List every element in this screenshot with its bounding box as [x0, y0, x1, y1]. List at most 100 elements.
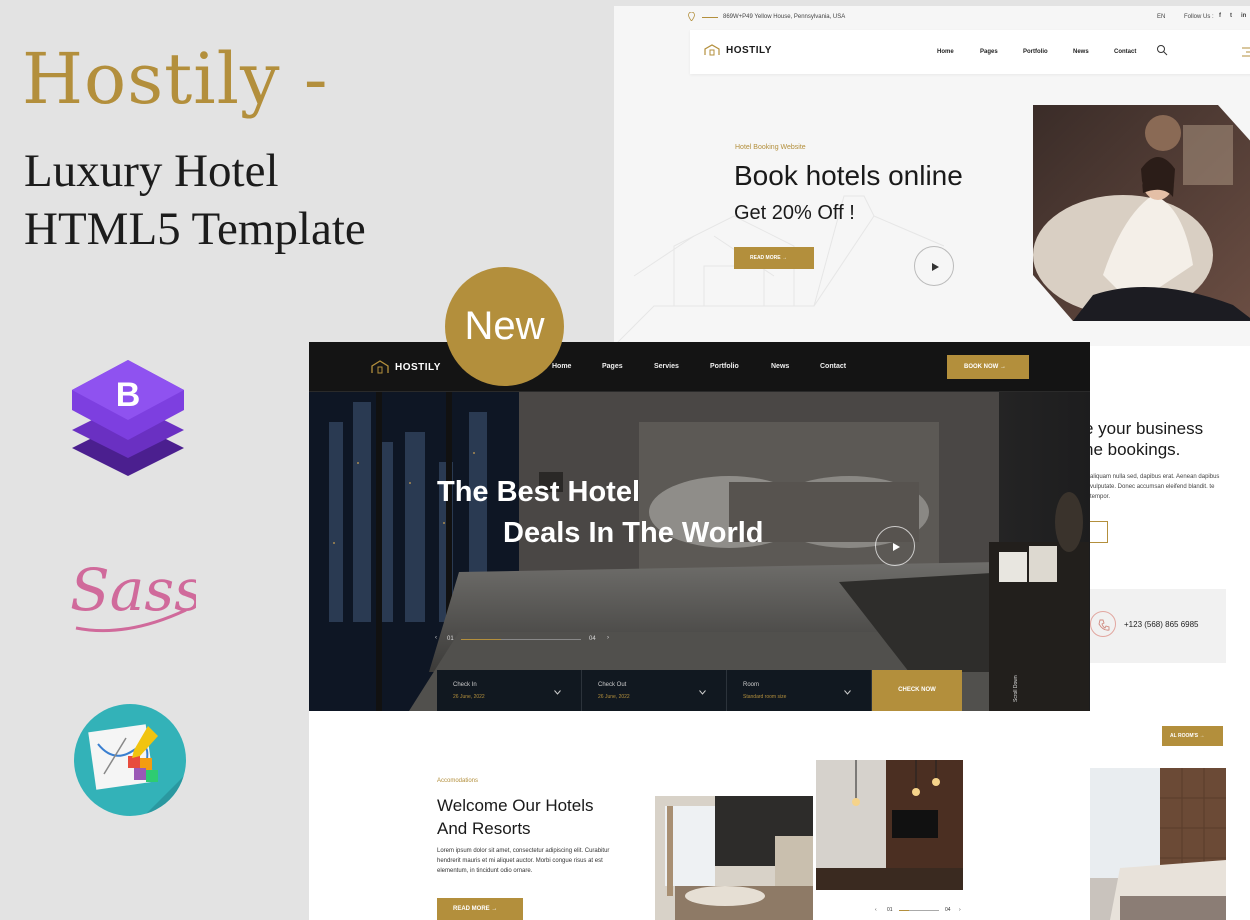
address-divider	[702, 17, 718, 18]
address-text: 869W+P49 Yellow House, Pennsylvania, USA	[723, 14, 846, 20]
search-icon[interactable]	[1156, 44, 1168, 56]
play-video-button[interactable]	[914, 246, 954, 286]
top-info-bar: 869W+P49 Yellow House, Pennsylvania, USA…	[614, 6, 1250, 30]
bootstrap-logo-icon: B	[72, 360, 184, 476]
nav-contact[interactable]: Contact	[1114, 49, 1136, 55]
slider-current: 01	[447, 636, 454, 642]
promo-subtitle: Luxury Hotel HTML5 Template	[24, 142, 366, 258]
bedroom-photo	[1090, 768, 1226, 920]
hotel-logo-icon	[371, 360, 389, 374]
hotel-logo-icon	[704, 44, 720, 56]
dark-navbar: HOSTILY Home Pages Servies Portfolio New…	[309, 342, 1090, 392]
about-heading-line2: ne bookings.	[1084, 440, 1181, 459]
tv-room-photo	[816, 760, 963, 890]
nav-news[interactable]: News	[1073, 49, 1089, 55]
room-value: Standard room size	[743, 694, 787, 700]
arrow-right-icon: →	[491, 906, 498, 912]
read-more-button[interactable]: READ MORE →	[734, 247, 814, 269]
nav-pages[interactable]: Pages	[980, 49, 998, 55]
play-icon	[932, 263, 939, 271]
slider-next-icon[interactable]: ›	[959, 907, 961, 913]
about-heading-line1: e your business	[1084, 419, 1204, 438]
nav-portfolio[interactable]: Portfolio	[1023, 49, 1048, 55]
sass-logo-icon: Sass	[70, 556, 196, 633]
language-select[interactable]: EN	[1157, 14, 1165, 20]
read-more-label: READ MORE	[453, 906, 490, 912]
linkedin-icon[interactable]: in	[1241, 13, 1246, 19]
nav-services[interactable]: Servies	[654, 363, 679, 370]
brand-name[interactable]: HOSTILY	[726, 45, 772, 56]
hero-title-line1: The Best Hotel	[437, 476, 641, 508]
all-rooms-label: AL ROOM'S	[1170, 733, 1199, 739]
new-badge: New	[445, 267, 564, 386]
phone-number[interactable]: +123 (568) 865 6985	[1124, 620, 1199, 629]
check-out-label: Check Out	[598, 682, 627, 688]
about-paragraph: aliquam nulla sed, dapibus erat. Aenean …	[1090, 474, 1220, 500]
check-in-label: Check In	[453, 682, 477, 688]
svg-text:B: B	[116, 376, 141, 414]
promo-subtitle-line2: HTML5 Template	[24, 203, 366, 255]
hero-tagline: Hotel Booking Website	[735, 144, 806, 151]
slider-total: 04	[945, 907, 951, 913]
accommodations-tag: Accomodations	[437, 778, 479, 784]
slider-progress	[899, 910, 909, 911]
read-more-button[interactable]: READ MORE →	[437, 898, 523, 920]
slider-current: 01	[887, 907, 893, 913]
slider-progress	[461, 639, 501, 640]
promo-title: Hostily -	[22, 38, 329, 120]
hero-subheading: Get 20% Off !	[734, 202, 855, 224]
chevron-down-icon	[844, 690, 851, 695]
nav-contact[interactable]: Contact	[820, 363, 846, 370]
twitter-icon[interactable]: t	[1230, 13, 1232, 19]
book-now-button[interactable]: BOOK NOW →	[947, 355, 1029, 379]
facebook-icon[interactable]: f	[1219, 13, 1221, 19]
read-more-label: READ MORE	[750, 255, 781, 261]
room-label: Room	[743, 682, 760, 688]
slider-prev-icon[interactable]: ‹	[435, 635, 437, 641]
scroll-down-indicator[interactable]: Scroll Down	[1013, 675, 1019, 702]
promo-subtitle-line1: Luxury Hotel	[24, 145, 279, 197]
nav-home[interactable]: Home	[552, 363, 571, 370]
check-now-button[interactable]: CHECK NOW	[872, 670, 962, 711]
arrow-right-icon: →	[1000, 364, 1007, 370]
living-room-photo	[655, 796, 813, 920]
menu-icon[interactable]	[1242, 47, 1250, 57]
about-outline-button[interactable]	[1090, 521, 1108, 543]
follow-label: Follow Us :	[1184, 14, 1214, 20]
nav-pages[interactable]: Pages	[602, 363, 623, 370]
hero-title-line2: Deals In The World	[503, 517, 764, 549]
play-video-button[interactable]	[875, 526, 915, 566]
arrow-right-icon: →	[781, 255, 787, 261]
accommodations-paragraph: Lorem ipsum dolor sit amet, consectetur …	[437, 848, 610, 874]
nav-news[interactable]: News	[771, 363, 789, 370]
slider-prev-icon[interactable]: ‹	[875, 907, 877, 913]
check-out-field[interactable]: Check Out 26 June, 2022	[582, 670, 727, 711]
slider-total: 04	[589, 636, 596, 642]
room-select-field[interactable]: Room Standard room size	[727, 670, 872, 711]
arrow-right-icon: →	[1199, 733, 1205, 739]
check-in-value: 26 June, 2022	[453, 694, 485, 700]
rooms-slider-control: ‹ 01 04 ›	[875, 907, 965, 917]
hero-woman-photo	[1033, 105, 1250, 321]
nav-home[interactable]: Home	[937, 49, 954, 55]
hero-heading: Book hotels online	[734, 160, 963, 191]
location-pin-icon	[688, 12, 695, 21]
design-palette-logo-icon	[74, 704, 186, 816]
nav-portfolio[interactable]: Portfolio	[710, 363, 739, 370]
play-icon	[893, 543, 900, 551]
accommodations-heading-line1: Welcome Our Hotels	[437, 796, 594, 815]
slider-next-icon[interactable]: ›	[607, 635, 609, 641]
brand-name[interactable]: HOSTILY	[395, 362, 441, 373]
accommodations-heading-line2: And Resorts	[437, 819, 531, 838]
scroll-down-label: Scroll Down	[1013, 675, 1019, 702]
hero-slider-control: ‹ 01 04 ›	[435, 634, 615, 646]
chevron-down-icon	[699, 690, 706, 695]
about-heading: e your business ne bookings.	[1084, 418, 1203, 460]
book-now-label: BOOK NOW	[964, 364, 999, 370]
check-out-value: 26 June, 2022	[598, 694, 630, 700]
check-in-field[interactable]: Check In 26 June, 2022	[437, 670, 582, 711]
dark-theme-screenshot: HOSTILY Home Pages Servies Portfolio New…	[309, 342, 1090, 920]
all-rooms-button[interactable]: AL ROOM'S →	[1162, 726, 1223, 746]
light-navbar: HOSTILY Home Pages Portfolio News Contac…	[690, 30, 1250, 74]
chevron-down-icon	[554, 690, 561, 695]
